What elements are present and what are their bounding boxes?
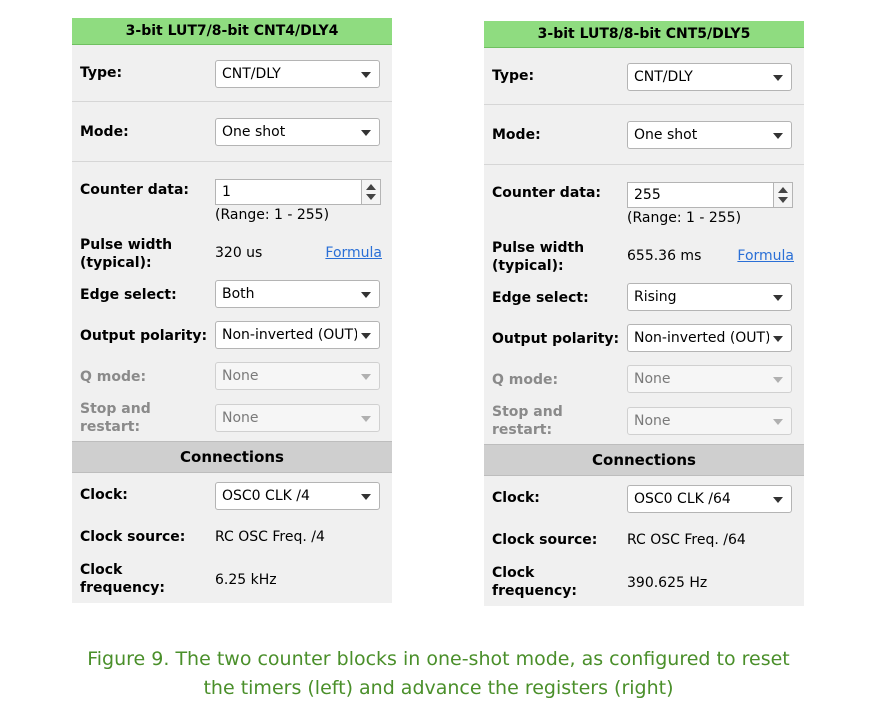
clock-dropdown[interactable]: OSC0 CLK /4: [215, 482, 380, 510]
panel-title: 3-bit LUT8/8-bit CNT5/DLY5: [484, 21, 804, 48]
connections-header: Connections: [484, 444, 804, 476]
stop-restart-label: Stop and restart:: [80, 401, 151, 435]
clock-value: OSC0 CLK /4: [222, 488, 310, 504]
edge-select-dropdown[interactable]: Both: [215, 280, 380, 308]
chevron-down-icon: [361, 333, 371, 339]
type-label: Type:: [492, 68, 535, 84]
stop-restart-dropdown: None: [215, 404, 380, 432]
clock-label: Clock:: [80, 487, 128, 503]
counter-data-value: 255: [634, 187, 661, 203]
mode-dropdown[interactable]: One shot: [215, 118, 380, 146]
edge-select-value: Both: [222, 286, 255, 302]
chevron-down-icon: [773, 295, 783, 301]
counter-data-label: Counter data:: [80, 182, 189, 198]
edge-select-dropdown[interactable]: Rising: [627, 283, 792, 311]
caption-line-1: Figure 9. The two counter blocks in one-…: [87, 648, 790, 670]
type-value: CNT/DLY: [634, 69, 693, 85]
edge-select-value: Rising: [634, 289, 677, 305]
edge-select-label: Edge select:: [80, 286, 177, 303]
chevron-down-icon: [773, 336, 783, 342]
clock-frequency-label: Clock frequency:: [492, 565, 577, 599]
pulse-width-value: 320 us: [215, 245, 263, 261]
mode-dropdown[interactable]: One shot: [627, 121, 792, 149]
type-dropdown[interactable]: CNT/DLY: [627, 63, 792, 91]
formula-link[interactable]: Formula: [325, 232, 382, 274]
spin-down-icon[interactable]: [778, 197, 788, 203]
clock-frequency-value: 390.625 Hz: [627, 575, 708, 591]
spin-down-icon[interactable]: [366, 194, 376, 200]
mode-label: Mode:: [80, 123, 129, 140]
counter-data-spinner[interactable]: 1: [215, 179, 381, 205]
chevron-down-icon: [773, 419, 783, 425]
counter-data-value: 1: [222, 184, 231, 200]
chevron-down-icon: [773, 497, 783, 503]
q-mode-value: None: [222, 368, 259, 384]
chevron-down-icon: [773, 75, 783, 81]
output-polarity-dropdown[interactable]: Non-inverted (OUT): [627, 324, 792, 352]
spinner-buttons[interactable]: [361, 180, 380, 204]
counter-data-spinner[interactable]: 255: [627, 182, 793, 208]
clock-source-label: Clock source:: [80, 529, 186, 545]
spinner-buttons[interactable]: [773, 183, 792, 207]
connections-header: Connections: [72, 441, 392, 473]
output-polarity-dropdown[interactable]: Non-inverted (OUT): [215, 321, 380, 349]
figure-caption: Figure 9. The two counter blocks in one-…: [0, 645, 877, 703]
clock-value: OSC0 CLK /64: [634, 491, 731, 507]
clock-source-value: RC OSC Freq. /4: [215, 529, 325, 545]
spin-up-icon[interactable]: [778, 187, 788, 193]
output-polarity-value: Non-inverted (OUT): [634, 330, 769, 346]
clock-frequency-value: 6.25 kHz: [215, 572, 277, 588]
counter-data-label: Counter data:: [492, 185, 601, 201]
chevron-down-icon: [361, 72, 371, 78]
stop-restart-dropdown: None: [627, 407, 792, 435]
mode-label: Mode:: [492, 126, 541, 143]
chevron-down-icon: [773, 377, 783, 383]
panel-title: 3-bit LUT7/8-bit CNT4/DLY4: [72, 18, 392, 45]
stop-restart-label: Stop and restart:: [492, 404, 563, 438]
chevron-down-icon: [361, 374, 371, 380]
mode-value: One shot: [222, 124, 286, 140]
chevron-down-icon: [773, 133, 783, 139]
q-mode-dropdown: None: [215, 362, 380, 390]
q-mode-label: Q mode:: [492, 371, 559, 388]
config-panel-left: 3-bit LUT7/8-bit CNT4/DLY4 Type: CNT/DLY…: [72, 18, 392, 603]
output-polarity-label: Output polarity:: [80, 327, 208, 344]
clock-frequency-label: Clock frequency:: [80, 562, 165, 596]
type-label: Type:: [80, 65, 123, 81]
chevron-down-icon: [361, 416, 371, 422]
q-mode-label: Q mode:: [80, 368, 147, 385]
output-polarity-label: Output polarity:: [492, 330, 620, 347]
clock-dropdown[interactable]: OSC0 CLK /64: [627, 485, 792, 513]
counter-range: (Range: 1 - 255): [215, 207, 330, 223]
output-polarity-value: Non-inverted (OUT): [222, 327, 357, 343]
stop-restart-value: None: [222, 410, 259, 426]
clock-label: Clock:: [492, 490, 540, 506]
type-value: CNT/DLY: [222, 66, 281, 82]
chevron-down-icon: [361, 494, 371, 500]
q-mode-value: None: [634, 371, 671, 387]
spin-up-icon[interactable]: [366, 184, 376, 190]
clock-source-value: RC OSC Freq. /64: [627, 532, 746, 548]
stop-restart-value: None: [634, 413, 671, 429]
clock-source-label: Clock source:: [492, 532, 598, 548]
caption-line-2: the timers (left) and advance the regist…: [203, 677, 674, 699]
chevron-down-icon: [361, 130, 371, 136]
mode-value: One shot: [634, 127, 698, 143]
formula-link[interactable]: Formula: [737, 235, 794, 277]
config-panel-right: 3-bit LUT8/8-bit CNT5/DLY5 Type: CNT/DLY…: [484, 21, 804, 606]
counter-range: (Range: 1 - 255): [627, 210, 742, 226]
q-mode-dropdown: None: [627, 365, 792, 393]
type-dropdown[interactable]: CNT/DLY: [215, 60, 380, 88]
pulse-width-label: Pulse width (typical):: [492, 240, 585, 274]
pulse-width-value: 655.36 ms: [627, 248, 702, 264]
edge-select-label: Edge select:: [492, 289, 589, 306]
chevron-down-icon: [361, 292, 371, 298]
pulse-width-label: Pulse width (typical):: [80, 237, 173, 271]
